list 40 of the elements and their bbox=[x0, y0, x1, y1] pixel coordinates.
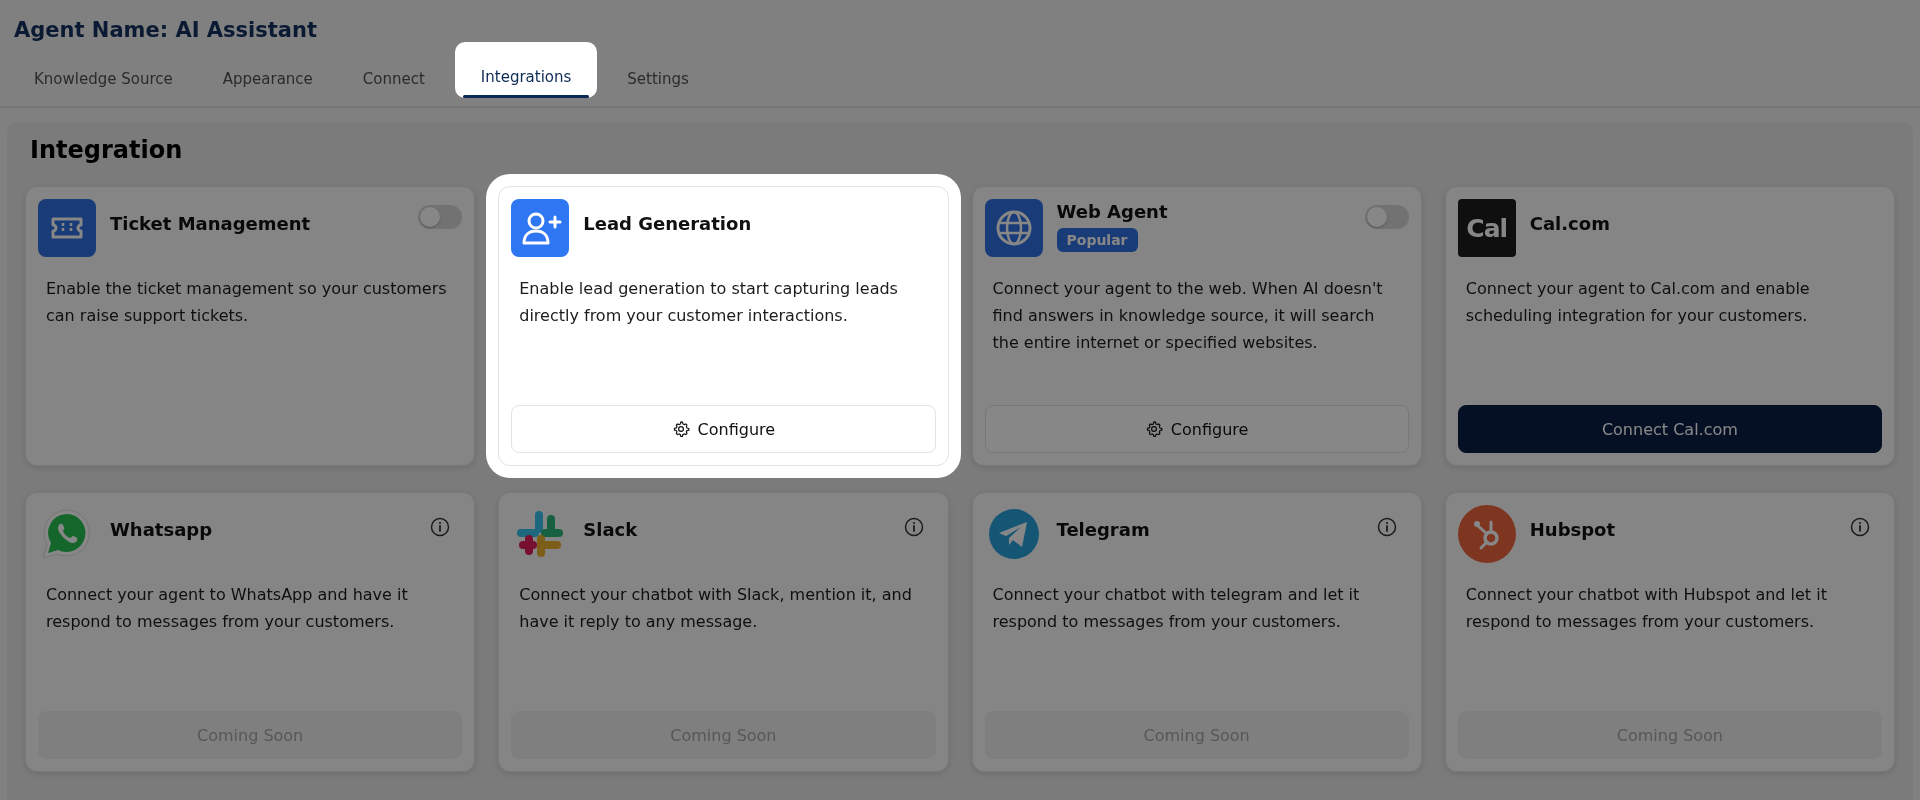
sprocket-icon bbox=[1457, 505, 1516, 563]
tab[interactable]: Appearance bbox=[202, 54, 333, 106]
card-button[interactable]: Connect Cal.com bbox=[1457, 405, 1882, 453]
card-button[interactable]: Configure bbox=[984, 405, 1409, 453]
ticket-icon bbox=[38, 199, 96, 257]
card-description: Connect your chatbot with Hubspot and let it respond to messages from your customers. bbox=[1465, 584, 1828, 633]
info-icon[interactable] bbox=[1376, 517, 1397, 537]
info-icon[interactable] bbox=[430, 517, 451, 537]
popular-badge: Popular bbox=[1056, 228, 1138, 252]
card-title: Ticket Management bbox=[110, 213, 311, 234]
card-description: Enable the ticket management so your customers can raise support tickets. bbox=[46, 278, 448, 327]
tab[interactable]: Settings bbox=[607, 54, 709, 106]
card-title: Lead Generation bbox=[583, 213, 752, 234]
card-description: Connect your chatbot with telegram and let it respond to messages from your customers. bbox=[992, 584, 1361, 633]
card-title: Web Agent bbox=[1056, 201, 1168, 222]
card-description: Connect your agent to Cal.com and enable scheduling integration for your customers. bbox=[1465, 278, 1811, 327]
info-icon[interactable] bbox=[903, 517, 924, 537]
toggle-switch[interactable] bbox=[1364, 205, 1409, 229]
card-title: Cal.com bbox=[1529, 213, 1610, 234]
card-description: Connect your agent to the web. When AI doesn't find answers in knowledge source, it will search the entire internet or specified websites. bbox=[992, 278, 1384, 354]
gear-icon bbox=[1144, 420, 1163, 438]
agent-title: Agent Name: AI Assistant bbox=[13, 17, 318, 44]
tab[interactable]: Knowledge Source bbox=[14, 54, 193, 106]
card-description: Connect your chatbot with Slack, mention it, and have it reply to any message. bbox=[519, 584, 913, 633]
card-description: Connect your agent to WhatsApp and have it respond to messages from your customers. bbox=[46, 584, 409, 633]
card-title: Whatsapp bbox=[110, 519, 213, 540]
cal-logo: Cal bbox=[1457, 199, 1516, 257]
card-button[interactable]: Configure bbox=[511, 405, 936, 453]
add-user-icon bbox=[511, 199, 570, 257]
card-title: Hubspot bbox=[1529, 519, 1616, 540]
gear-icon bbox=[671, 420, 690, 438]
tab[interactable]: Integrations bbox=[454, 42, 598, 98]
card-description: Enable lead generation to start capturing leads directly from your customer interactions. bbox=[519, 278, 899, 327]
card-title: Telegram bbox=[1056, 519, 1150, 540]
info-icon[interactable] bbox=[1850, 517, 1870, 537]
card-title: Slack bbox=[583, 519, 638, 540]
globe-icon bbox=[984, 199, 1043, 257]
tab[interactable]: Connect bbox=[342, 54, 445, 106]
section-title: Integration bbox=[30, 136, 184, 164]
toggle-switch[interactable] bbox=[418, 205, 463, 229]
